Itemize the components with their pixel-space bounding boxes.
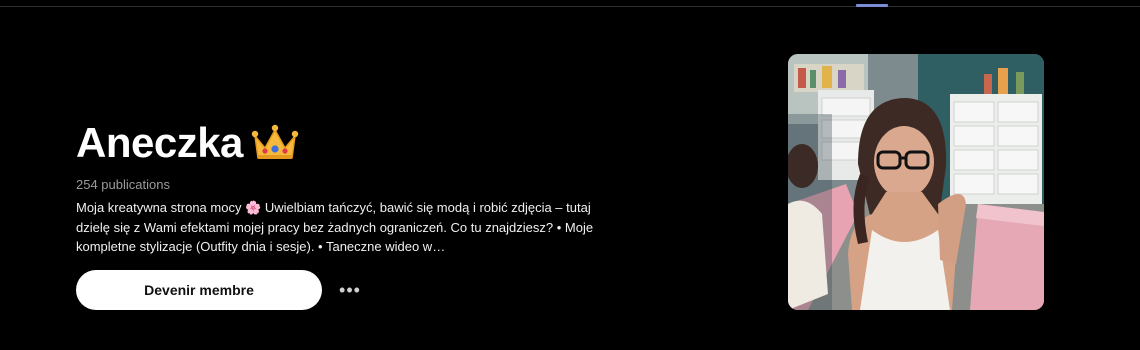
active-tab-indicator — [856, 4, 888, 7]
become-member-button[interactable]: Devenir membre — [76, 270, 322, 310]
creator-profile: Aneczka 254 publications Moja kreatywna … — [76, 118, 636, 257]
cover-photo — [788, 54, 1044, 310]
name-row: Aneczka — [76, 118, 636, 168]
profile-actions: Devenir membre ••• — [76, 270, 360, 310]
publication-count: 254 publications — [76, 177, 170, 192]
creator-cover-image — [788, 54, 1044, 310]
creator-bio: Moja kreatywna strona mocy 🌸 Uwielbiam t… — [76, 200, 594, 254]
creator-name: Aneczka — [76, 119, 243, 166]
crown-icon — [251, 124, 299, 159]
more-options-icon[interactable]: ••• — [339, 280, 360, 300]
header-divider — [0, 6, 1140, 7]
